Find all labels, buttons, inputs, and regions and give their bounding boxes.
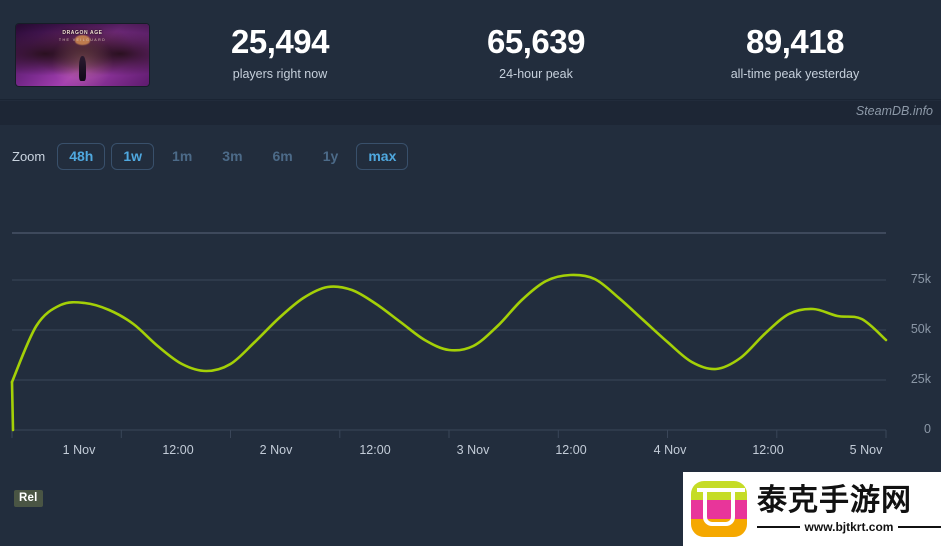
stat-label: all-time peak yesterday xyxy=(730,67,860,81)
y-axis-tick-75k: 75k xyxy=(910,272,931,286)
watermark-brand-name: 泰克手游网 xyxy=(757,483,912,518)
zoom-button-1m[interactable]: 1m xyxy=(160,143,204,170)
x-axis-tick-3: 12:00 xyxy=(359,443,391,457)
y-axis-tick-0: 0 xyxy=(924,422,931,436)
zoom-button-48h[interactable]: 48h xyxy=(57,143,106,170)
x-axis-tick-6: 4 Nov xyxy=(653,443,687,457)
x-axis-tick-2: 2 Nov xyxy=(259,443,293,457)
zoom-label: Zoom xyxy=(12,149,46,164)
zoom-button-1w[interactable]: 1w xyxy=(111,143,155,170)
zoom-range-selector: Zoom 48h 1w 1m 3m 6m 1y max xyxy=(12,143,414,170)
site-watermark-overlay: 泰克手游网 www.bjtkrt.com xyxy=(683,472,941,546)
zoom-button-1y[interactable]: 1y xyxy=(311,143,351,170)
stat-value: 89,418 xyxy=(746,23,844,60)
y-axis-tick-50k: 50k xyxy=(910,322,931,336)
stat-value: 25,494 xyxy=(231,23,329,60)
stat-label: players right now xyxy=(232,67,328,81)
game-subtitle-overlay: THE VEILGUARD xyxy=(58,38,107,42)
watermark-url-row: www.bjtkrt.com xyxy=(757,520,941,534)
stat-value: 65,639 xyxy=(487,23,585,60)
x-axis-tick-0: 1 Nov xyxy=(62,443,96,457)
zoom-button-max[interactable]: max xyxy=(356,143,409,170)
y-axis-tick-25k: 25k xyxy=(910,372,931,386)
x-axis-tick-4: 3 Nov xyxy=(456,443,490,457)
capsule-hero-shape xyxy=(78,56,87,82)
x-axis-tick-8: 5 Nov xyxy=(849,443,883,457)
x-axis-tick-7: 12:00 xyxy=(752,443,784,457)
game-capsule-image[interactable]: DRAGON AGE THE VEILGUARD xyxy=(16,24,149,86)
stat-players-right-now: 25,494 players right now xyxy=(185,22,375,81)
x-axis-tick-1: 12:00 xyxy=(162,443,194,457)
page-root: DRAGON AGE THE VEILGUARD 25,494 players … xyxy=(0,0,941,546)
stats-header: DRAGON AGE THE VEILGUARD 25,494 players … xyxy=(0,0,941,100)
watermark-text-block: 泰克手游网 www.bjtkrt.com xyxy=(757,484,941,534)
chart-svg xyxy=(10,232,888,438)
zoom-button-6m[interactable]: 6m xyxy=(261,143,305,170)
watermark-url: www.bjtkrt.com xyxy=(804,520,894,534)
x-axis-tick-5: 12:00 xyxy=(555,443,587,457)
stat-all-time-peak-yesterday: 89,418 all-time peak yesterday xyxy=(695,22,895,81)
zoom-button-3m[interactable]: 3m xyxy=(210,143,254,170)
stat-label: 24-hour peak xyxy=(499,67,573,81)
game-title-overlay: DRAGON AGE xyxy=(62,30,103,36)
tk-app-logo-icon xyxy=(691,481,747,537)
steamdb-watermark-strip: SteamDB.info xyxy=(0,101,941,125)
stat-24-hour-peak: 65,639 24-hour peak xyxy=(440,22,632,81)
release-marker-label[interactable]: Rel xyxy=(14,490,43,507)
steamdb-watermark-text: SteamDB.info xyxy=(855,104,933,118)
